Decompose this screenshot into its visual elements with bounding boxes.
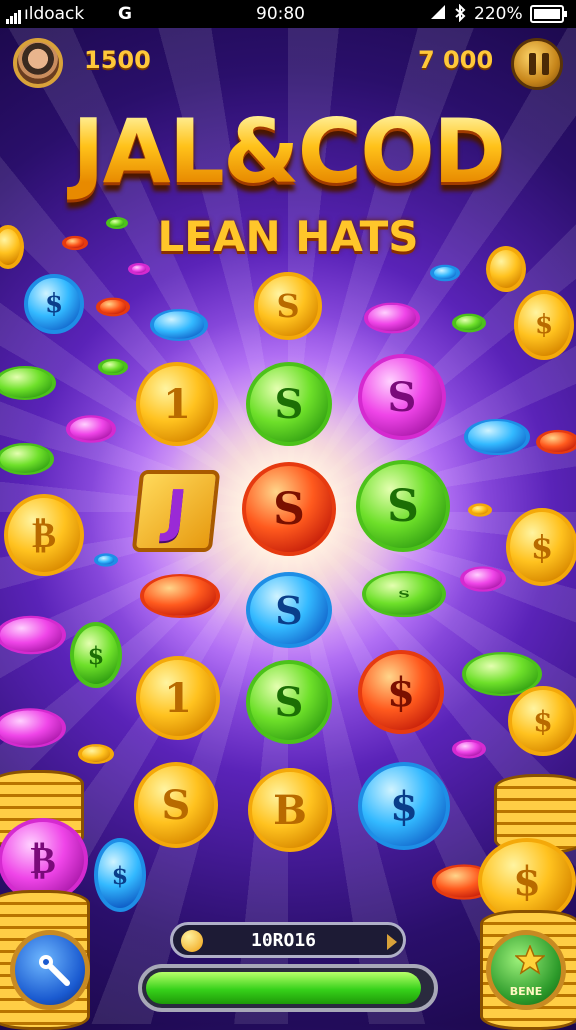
decor-coin (98, 358, 128, 376)
decor-coin (66, 415, 116, 443)
decor-coin: $ (24, 274, 84, 334)
decor-coin (364, 302, 420, 334)
status-time: 90:80 (256, 4, 305, 24)
decor-coin (536, 429, 576, 455)
board-coin[interactable]: S (356, 460, 450, 552)
board-coin[interactable]: S (134, 762, 218, 848)
left-counter: 1500 (84, 46, 151, 74)
carrier-label: ıldoack (24, 4, 85, 24)
status-bar: ıldoack G 90:80 220% (0, 0, 576, 28)
board-coin[interactable]: 1 (136, 362, 218, 446)
board-coin[interactable]: S (246, 660, 332, 744)
decor-coin: S (254, 272, 322, 340)
decor-coin: $ (514, 290, 574, 360)
game-title: JAL&COD (0, 100, 576, 203)
decor-coin (452, 313, 486, 333)
arrow-right-icon (387, 934, 397, 950)
letter-tile[interactable]: J (131, 470, 221, 552)
board-coin[interactable]: S (242, 462, 336, 556)
signal-icon (6, 4, 22, 24)
wrench-icon (39, 955, 70, 986)
decor-coin (128, 262, 150, 276)
decor-coin (460, 566, 506, 592)
decor-coin (150, 309, 208, 341)
decor-coin (96, 297, 130, 317)
score-display: 10RO16 (170, 922, 406, 958)
battery-percent: 220% (474, 4, 523, 24)
g-icon: G (118, 4, 132, 24)
decor-coin (452, 739, 486, 759)
coin-icon (181, 930, 203, 952)
progress-bar (138, 964, 438, 1012)
board-coin[interactable]: $ (358, 650, 444, 734)
right-counter: 7 000 (418, 46, 494, 74)
decor-coin: $ (70, 622, 122, 688)
decor-coin (106, 216, 128, 230)
board-coin[interactable]: S (246, 572, 332, 648)
board-coin[interactable]: S (362, 570, 446, 618)
board-coin[interactable]: S (358, 354, 446, 440)
decor-coin: ₿ (4, 494, 84, 576)
board-coin[interactable] (140, 574, 220, 618)
decor-coin (430, 264, 460, 282)
decor-coin (468, 503, 492, 517)
decor-coin: $ (94, 838, 146, 912)
score-value: 10RO16 (251, 930, 317, 951)
board-coin[interactable]: S (246, 362, 332, 446)
decor-coin (62, 235, 88, 251)
battery-icon (530, 5, 568, 28)
decor-coin: $ (506, 508, 576, 586)
bonus-label: BENE (509, 985, 543, 998)
bluetooth-icon (454, 3, 466, 27)
decor-coin: $ (508, 686, 576, 756)
signal-arrow-icon (430, 4, 446, 25)
tools-button[interactable] (10, 930, 90, 1010)
progress-fill (146, 972, 421, 1004)
star-icon (515, 945, 545, 975)
decor-coin (78, 744, 114, 764)
decor-coin (94, 553, 118, 567)
bonus-button[interactable]: BENE (486, 930, 566, 1010)
pause-button[interactable] (511, 38, 563, 90)
board-coin[interactable]: $ (358, 762, 450, 850)
tile-letter: J (162, 478, 190, 544)
decor-coin (464, 418, 530, 456)
board-coin[interactable]: 1 (136, 656, 220, 740)
player-avatar[interactable] (13, 38, 63, 88)
decor-coin (486, 246, 526, 292)
board-coin[interactable]: B (248, 768, 332, 852)
